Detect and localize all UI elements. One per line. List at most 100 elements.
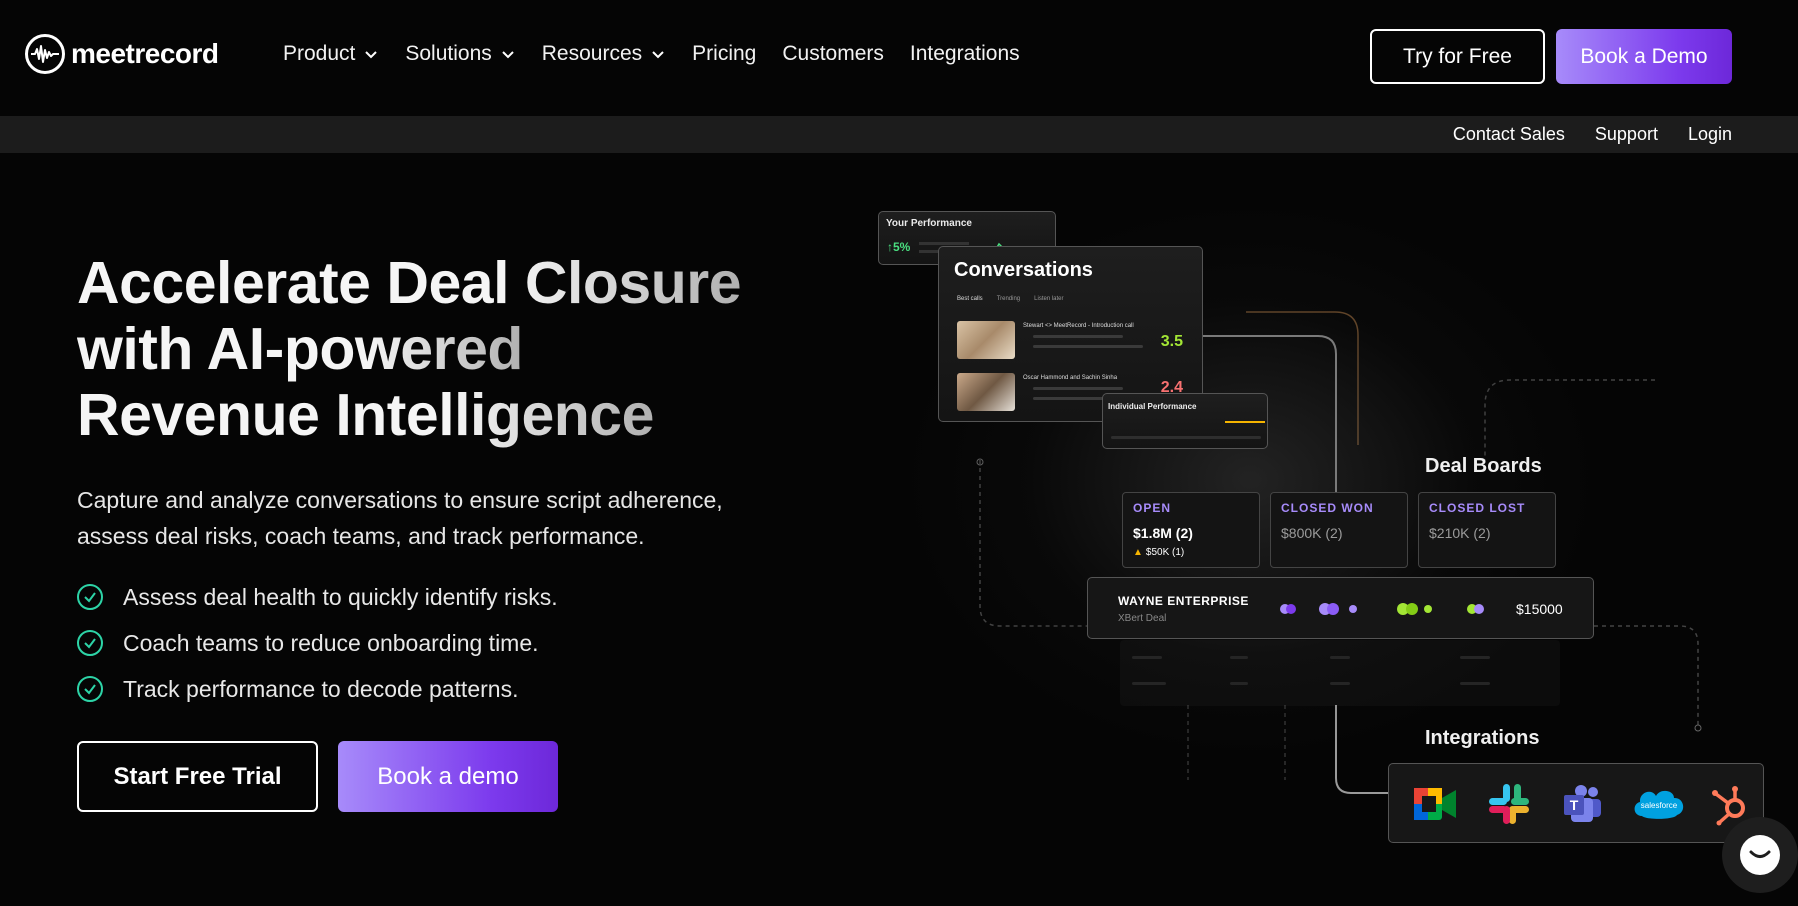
stage-label: CLOSED LOST <box>1429 501 1526 515</box>
stage-label: CLOSED WON <box>1281 501 1374 515</box>
menu-item-pricing[interactable]: Pricing <box>692 42 756 66</box>
placeholder-bar <box>1230 682 1248 685</box>
participant-dot <box>1406 603 1418 615</box>
book-demo-button[interactable]: Book a Demo <box>1556 29 1732 84</box>
placeholder-bar <box>1460 682 1490 685</box>
stage-warning-text: $50K (1) <box>1145 547 1185 558</box>
start-free-trial-button[interactable]: Start Free Trial <box>77 741 318 812</box>
slack-icon <box>1485 780 1533 828</box>
hero-title-line: with AI-powered <box>77 316 523 382</box>
teams-icon: T <box>1559 780 1607 828</box>
participant-dot <box>1286 604 1296 614</box>
menu-item-label: Integrations <box>909 42 1020 65</box>
main-menu: Product Solutions Resources Pricing Cust… <box>283 42 1046 66</box>
placeholder-bar <box>1330 682 1350 685</box>
deal-name: WAYNE ENTERPRISE <box>1118 594 1249 608</box>
conversations-tabs: Best calls Trending Listen later <box>957 296 1064 302</box>
individual-performance-title: Individual Performance <box>1108 402 1197 411</box>
top-nav: meetrecord Product Solutions Resources P… <box>0 0 1798 116</box>
try-free-button[interactable]: Try for Free <box>1370 29 1545 84</box>
placeholder-bar <box>1033 335 1123 338</box>
feature-text: Assess deal health to quickly identify r… <box>123 583 558 610</box>
chat-icon <box>1740 835 1780 875</box>
menu-item-integrations[interactable]: Integrations <box>910 42 1020 66</box>
menu-item-label: Customers <box>782 42 884 65</box>
deal-row: WAYNE ENTERPRISE XBert Deal $15000 <box>1087 577 1594 639</box>
salesforce-icon: salesforce <box>1629 780 1689 828</box>
stage-value: $1.8M (2) <box>1133 525 1193 541</box>
stage-open: OPEN $1.8M (2) ▲ $50K (1) <box>1122 492 1260 568</box>
performance-title: Your Performance <box>886 218 972 229</box>
placeholder-bar <box>1033 345 1143 348</box>
check-circle-icon <box>77 676 103 702</box>
conversation-row: Stewart <> MeetRecord - Introduction cal… <box>957 321 1187 359</box>
placeholder-bar <box>1330 656 1350 659</box>
individual-performance-card: Individual Performance <box>1102 393 1268 449</box>
menu-item-label: Product <box>283 42 356 65</box>
warning-icon: ▲ <box>1133 547 1143 558</box>
hero-description-line: assess deal risks, coach teams, and trac… <box>77 523 645 549</box>
feature-item: Track performance to decode patterns. <box>77 666 558 712</box>
tab-best-calls: Best calls <box>957 296 983 302</box>
placeholder-bar <box>1132 656 1162 659</box>
menu-item-product[interactable]: Product <box>283 42 379 66</box>
book-a-demo-button[interactable]: Book a demo <box>338 741 558 812</box>
placeholder-bar <box>1132 682 1166 685</box>
svg-text:T: T <box>1570 797 1579 813</box>
tab-trending: Trending <box>996 296 1021 302</box>
chevron-down-icon <box>502 51 514 59</box>
feature-text: Coach teams to reduce onboarding time. <box>123 629 539 656</box>
participant-dot <box>1424 605 1432 613</box>
ghost-rows <box>1120 640 1560 706</box>
placeholder-bar <box>1225 421 1265 423</box>
feature-item: Assess deal health to quickly identify r… <box>77 574 558 620</box>
support-link[interactable]: Support <box>1595 124 1658 145</box>
integrations-title: Integrations <box>1425 727 1540 749</box>
menu-item-resources[interactable]: Resources <box>542 42 666 66</box>
hero-description: Capture and analyze conversations to ens… <box>77 482 777 554</box>
deal-amount: $15000 <box>1516 601 1563 617</box>
google-meet-icon <box>1411 780 1459 828</box>
login-link[interactable]: Login <box>1688 124 1732 145</box>
video-thumbnail <box>957 373 1015 411</box>
conversation-title: Oscar Hammond and Sachin Sinha <box>1023 375 1118 381</box>
check-circle-icon <box>77 630 103 656</box>
placeholder-bar <box>1460 656 1490 659</box>
conversations-title: Conversations <box>954 259 1093 281</box>
performance-value: ↑5% <box>887 240 911 254</box>
integrations-card: T salesforce <box>1388 763 1764 843</box>
menu-item-label: Resources <box>541 42 643 65</box>
placeholder-bar <box>1033 387 1123 390</box>
stage-label: OPEN <box>1133 501 1172 515</box>
stage-closed-lost: CLOSED LOST $210K (2) <box>1418 492 1556 568</box>
participant-dot <box>1474 604 1484 614</box>
feature-list: Assess deal health to quickly identify r… <box>77 574 558 712</box>
logo-waveform-icon <box>25 34 65 74</box>
conversation-score: 3.5 <box>1160 333 1183 350</box>
logo-text: meetrecord <box>71 38 219 69</box>
check-circle-icon <box>77 584 103 610</box>
deal-subtitle: XBert Deal <box>1118 613 1167 624</box>
video-thumbnail <box>957 321 1015 359</box>
conversation-title: Stewart <> MeetRecord - Introduction cal… <box>1023 323 1134 329</box>
hero-title: Accelerate Deal Closure with AI-powered … <box>77 250 797 448</box>
deal-boards-title: Deal Boards <box>1425 455 1542 477</box>
logo[interactable]: meetrecord <box>25 34 219 74</box>
tab-listen-later: Listen later <box>1034 296 1064 302</box>
feature-text: Track performance to decode patterns. <box>123 675 519 702</box>
menu-item-customers[interactable]: Customers <box>782 42 884 66</box>
placeholder-bar <box>1111 436 1261 439</box>
placeholder-bar <box>1230 656 1248 659</box>
stage-value: $210K (2) <box>1429 525 1491 541</box>
menu-item-label: Pricing <box>692 42 757 65</box>
sub-nav: Contact Sales Support Login <box>0 116 1798 153</box>
chevron-down-icon <box>365 51 378 59</box>
menu-item-solutions[interactable]: Solutions <box>405 42 515 66</box>
hero-description-line: Capture and analyze conversations to ens… <box>77 487 723 513</box>
contact-sales-link[interactable]: Contact Sales <box>1453 124 1565 145</box>
hero-title-line: Revenue Intelligence <box>77 382 654 448</box>
stage-value: $800K (2) <box>1281 525 1343 541</box>
menu-item-label: Solutions <box>405 42 492 65</box>
hero-title-line: Accelerate Deal Closure <box>77 250 742 316</box>
chat-widget-button[interactable] <box>1722 817 1798 893</box>
